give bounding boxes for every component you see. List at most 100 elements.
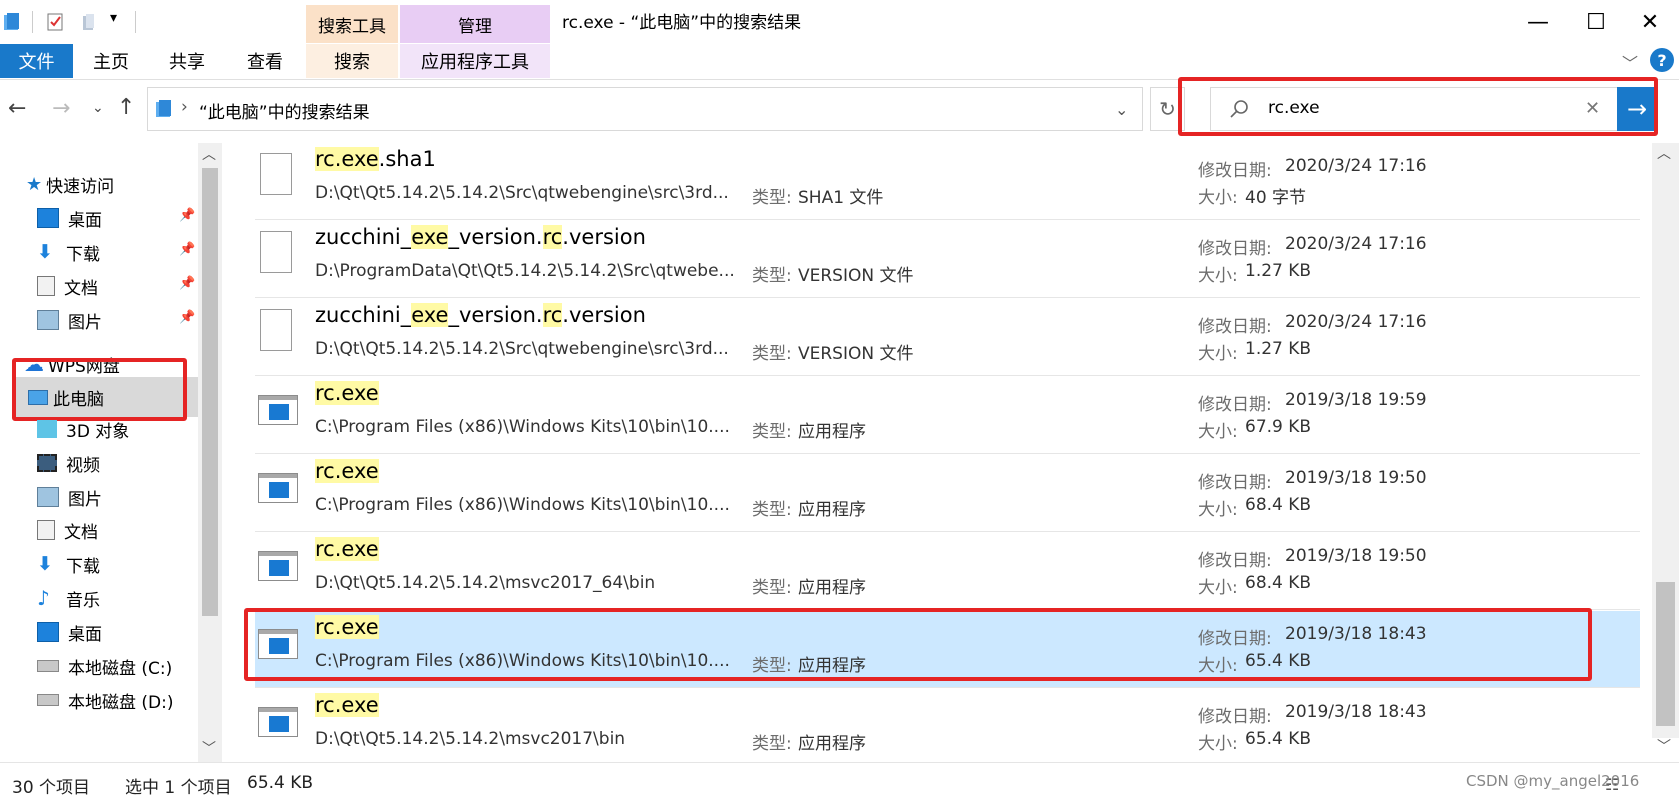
cube-icon xyxy=(37,420,57,438)
file-modified-date: 2020/3/24 17:16 xyxy=(1285,234,1427,254)
tab-share[interactable]: 共享 xyxy=(158,44,216,78)
nav-item-desktop[interactable]: 桌面 xyxy=(37,204,102,232)
file-name[interactable]: rc.exe xyxy=(315,381,379,405)
content-scroll-up-icon[interactable]: ︿ xyxy=(1657,143,1671,163)
address-path[interactable]: “此电脑”中的搜索结果 xyxy=(199,98,370,123)
address-dropdown-icon[interactable]: ⌄ xyxy=(1115,100,1128,119)
annotation-box-this-pc xyxy=(12,358,187,421)
ribbon-expand-icon[interactable]: ﹀ xyxy=(1622,50,1638,74)
file-row[interactable]: zucchini_exe_version.rc.version D:\Qt\Qt5… xyxy=(255,299,1640,376)
nav-item-pictures[interactable]: 图片 xyxy=(37,306,102,334)
size-label: 大小: xyxy=(1198,500,1238,520)
tab-view[interactable]: 查看 xyxy=(236,44,294,78)
nav-quick-access[interactable]: ★ 快速访问 xyxy=(26,170,114,198)
modified-label: 修改日期: xyxy=(1198,239,1272,259)
nav-item-pc-pictures[interactable]: 图片 xyxy=(37,483,102,511)
documents-icon xyxy=(37,276,55,296)
new-folder-icon[interactable] xyxy=(80,12,98,32)
content-scroll-down-icon[interactable]: ﹀ xyxy=(1657,736,1671,756)
up-arrow-icon[interactable]: ↑ xyxy=(117,95,135,120)
nav-item-3d-objects[interactable]: 3D 对象 xyxy=(37,415,129,443)
file-type: VERSION 文件 xyxy=(798,344,914,364)
file-modified-date: 2020/3/24 17:16 xyxy=(1285,312,1427,332)
nav-item-downloads[interactable]: ⬇ 下载 xyxy=(37,238,100,266)
tab-search[interactable]: 搜索 xyxy=(306,44,398,78)
tab-home[interactable]: 主页 xyxy=(82,44,140,78)
file-icon xyxy=(260,309,292,351)
modified-label: 修改日期: xyxy=(1198,707,1272,727)
file-row[interactable]: rc.exe.sha1 D:\Qt\Qt5.14.2\5.14.2\Src\qtw… xyxy=(255,143,1640,220)
drive-icon xyxy=(37,660,59,672)
file-name[interactable]: rc.exe xyxy=(315,537,379,561)
pin-icon[interactable]: 📌 xyxy=(179,208,195,223)
nav-scrollbar-thumb[interactable] xyxy=(202,168,218,616)
file-name-part: .version xyxy=(562,303,646,327)
file-row[interactable]: zucchini_exe_version.rc.version D:\Progra… xyxy=(255,221,1640,298)
nav-item-documents[interactable]: 文档 xyxy=(37,272,98,300)
maximize-button[interactable]: ☐ xyxy=(1567,0,1625,44)
nav-item-drive-d[interactable]: 本地磁盘 (D:) xyxy=(37,686,174,714)
file-path: D:\Qt\Qt5.14.2\5.14.2\msvc2017\bin xyxy=(315,729,626,749)
properties-icon[interactable] xyxy=(46,12,64,32)
modified-label: 修改日期: xyxy=(1198,551,1272,571)
star-icon: ★ xyxy=(26,173,43,195)
pictures-icon xyxy=(37,487,59,507)
size-label: 大小: xyxy=(1198,734,1238,754)
scroll-up-icon[interactable]: ︿ xyxy=(202,144,216,164)
breadcrumb-separator[interactable]: › xyxy=(181,97,188,117)
forward-arrow-icon[interactable]: → xyxy=(52,96,70,121)
search-match-highlight: rc.exe xyxy=(315,693,379,717)
pin-icon[interactable]: 📌 xyxy=(179,310,195,325)
file-name[interactable]: rc.exe xyxy=(315,459,379,483)
file-row[interactable]: rc.exe D:\Qt\Qt5.14.2\5.14.2\msvc2017_64\… xyxy=(255,533,1640,610)
file-name[interactable]: zucchini_exe_version.rc.version xyxy=(315,225,646,249)
type-label: 类型: xyxy=(752,734,792,754)
file-size: 67.9 KB xyxy=(1245,417,1312,437)
type-label: 类型: xyxy=(752,188,792,208)
file-row[interactable]: rc.exe D:\Qt\Qt5.14.2\5.14.2\msvc2017\bin… xyxy=(255,689,1640,761)
type-label: 类型: xyxy=(752,266,792,286)
pin-icon[interactable]: 📌 xyxy=(179,276,195,291)
file-name[interactable]: rc.exe xyxy=(315,693,379,717)
nav-item-videos[interactable]: 视频 xyxy=(37,449,100,477)
quick-access-dropdown-icon[interactable]: ▾ xyxy=(110,10,117,26)
nav-item-pc-downloads[interactable]: ⬇ 下载 xyxy=(37,550,100,578)
selected-count: 选中 1 个项目 xyxy=(125,778,232,798)
file-name[interactable]: zucchini_exe_version.rc.version xyxy=(315,303,646,327)
status-bar: 30 个项目 选中 1 个项目 65.4 KB ☷ xyxy=(0,762,1679,804)
close-button[interactable]: ✕ xyxy=(1621,0,1679,44)
file-path: D:\ProgramData\Qt\Qt5.14.2\5.14.2\Src\qt… xyxy=(315,261,735,281)
file-path: C:\Program Files (x86)\Windows Kits\10\b… xyxy=(315,495,730,515)
file-modified-date: 2020/3/24 17:16 xyxy=(1285,156,1427,176)
nav-item-pc-desktop[interactable]: 桌面 xyxy=(37,618,102,646)
content-scrollbar-thumb[interactable] xyxy=(1656,582,1675,726)
documents-icon xyxy=(37,520,55,540)
file-type: VERSION 文件 xyxy=(798,266,914,286)
recent-locations-icon[interactable]: ⌄ xyxy=(92,100,104,116)
context-tab-manage: 管理 xyxy=(400,5,550,43)
tab-file[interactable]: 文件 xyxy=(0,44,73,78)
help-icon[interactable]: ? xyxy=(1650,48,1674,72)
pin-icon[interactable]: 📌 xyxy=(179,242,195,257)
file-modified-date: 2019/3/18 19:59 xyxy=(1285,390,1427,410)
application-icon xyxy=(258,707,298,737)
file-modified-date: 2019/3/18 18:43 xyxy=(1285,702,1427,722)
navigation-pane: ★ 快速访问 桌面 📌 ⬇ 下载 📌 文档 📌 图片 📌 ☁ WPS网盘 此电脑… xyxy=(0,142,225,762)
window-title: rc.exe - “此电脑”中的搜索结果 xyxy=(562,13,802,33)
file-name[interactable]: rc.exe.sha1 xyxy=(315,147,436,171)
back-arrow-icon[interactable]: ← xyxy=(8,96,26,121)
nav-item-pc-documents[interactable]: 文档 xyxy=(37,516,98,544)
size-label: 大小: xyxy=(1198,266,1238,286)
file-row[interactable]: rc.exe C:\Program Files (x86)\Windows Kit… xyxy=(255,455,1640,532)
nav-item-drive-c[interactable]: 本地磁盘 (C:) xyxy=(37,652,172,680)
watermark: CSDN @my_angel2016 xyxy=(1466,772,1640,790)
scroll-down-icon[interactable]: ﹀ xyxy=(202,738,216,758)
minimize-button[interactable]: — xyxy=(1509,0,1567,44)
tab-application-tools[interactable]: 应用程序工具 xyxy=(400,44,550,78)
search-match-highlight: rc xyxy=(542,303,563,327)
file-type: 应用程序 xyxy=(798,734,866,754)
nav-item-music[interactable]: ♪ 音乐 xyxy=(37,584,100,612)
desktop-icon xyxy=(37,208,59,228)
file-row[interactable]: rc.exe C:\Program Files (x86)\Windows Kit… xyxy=(255,377,1640,454)
file-path: C:\Program Files (x86)\Windows Kits\10\b… xyxy=(315,417,730,437)
